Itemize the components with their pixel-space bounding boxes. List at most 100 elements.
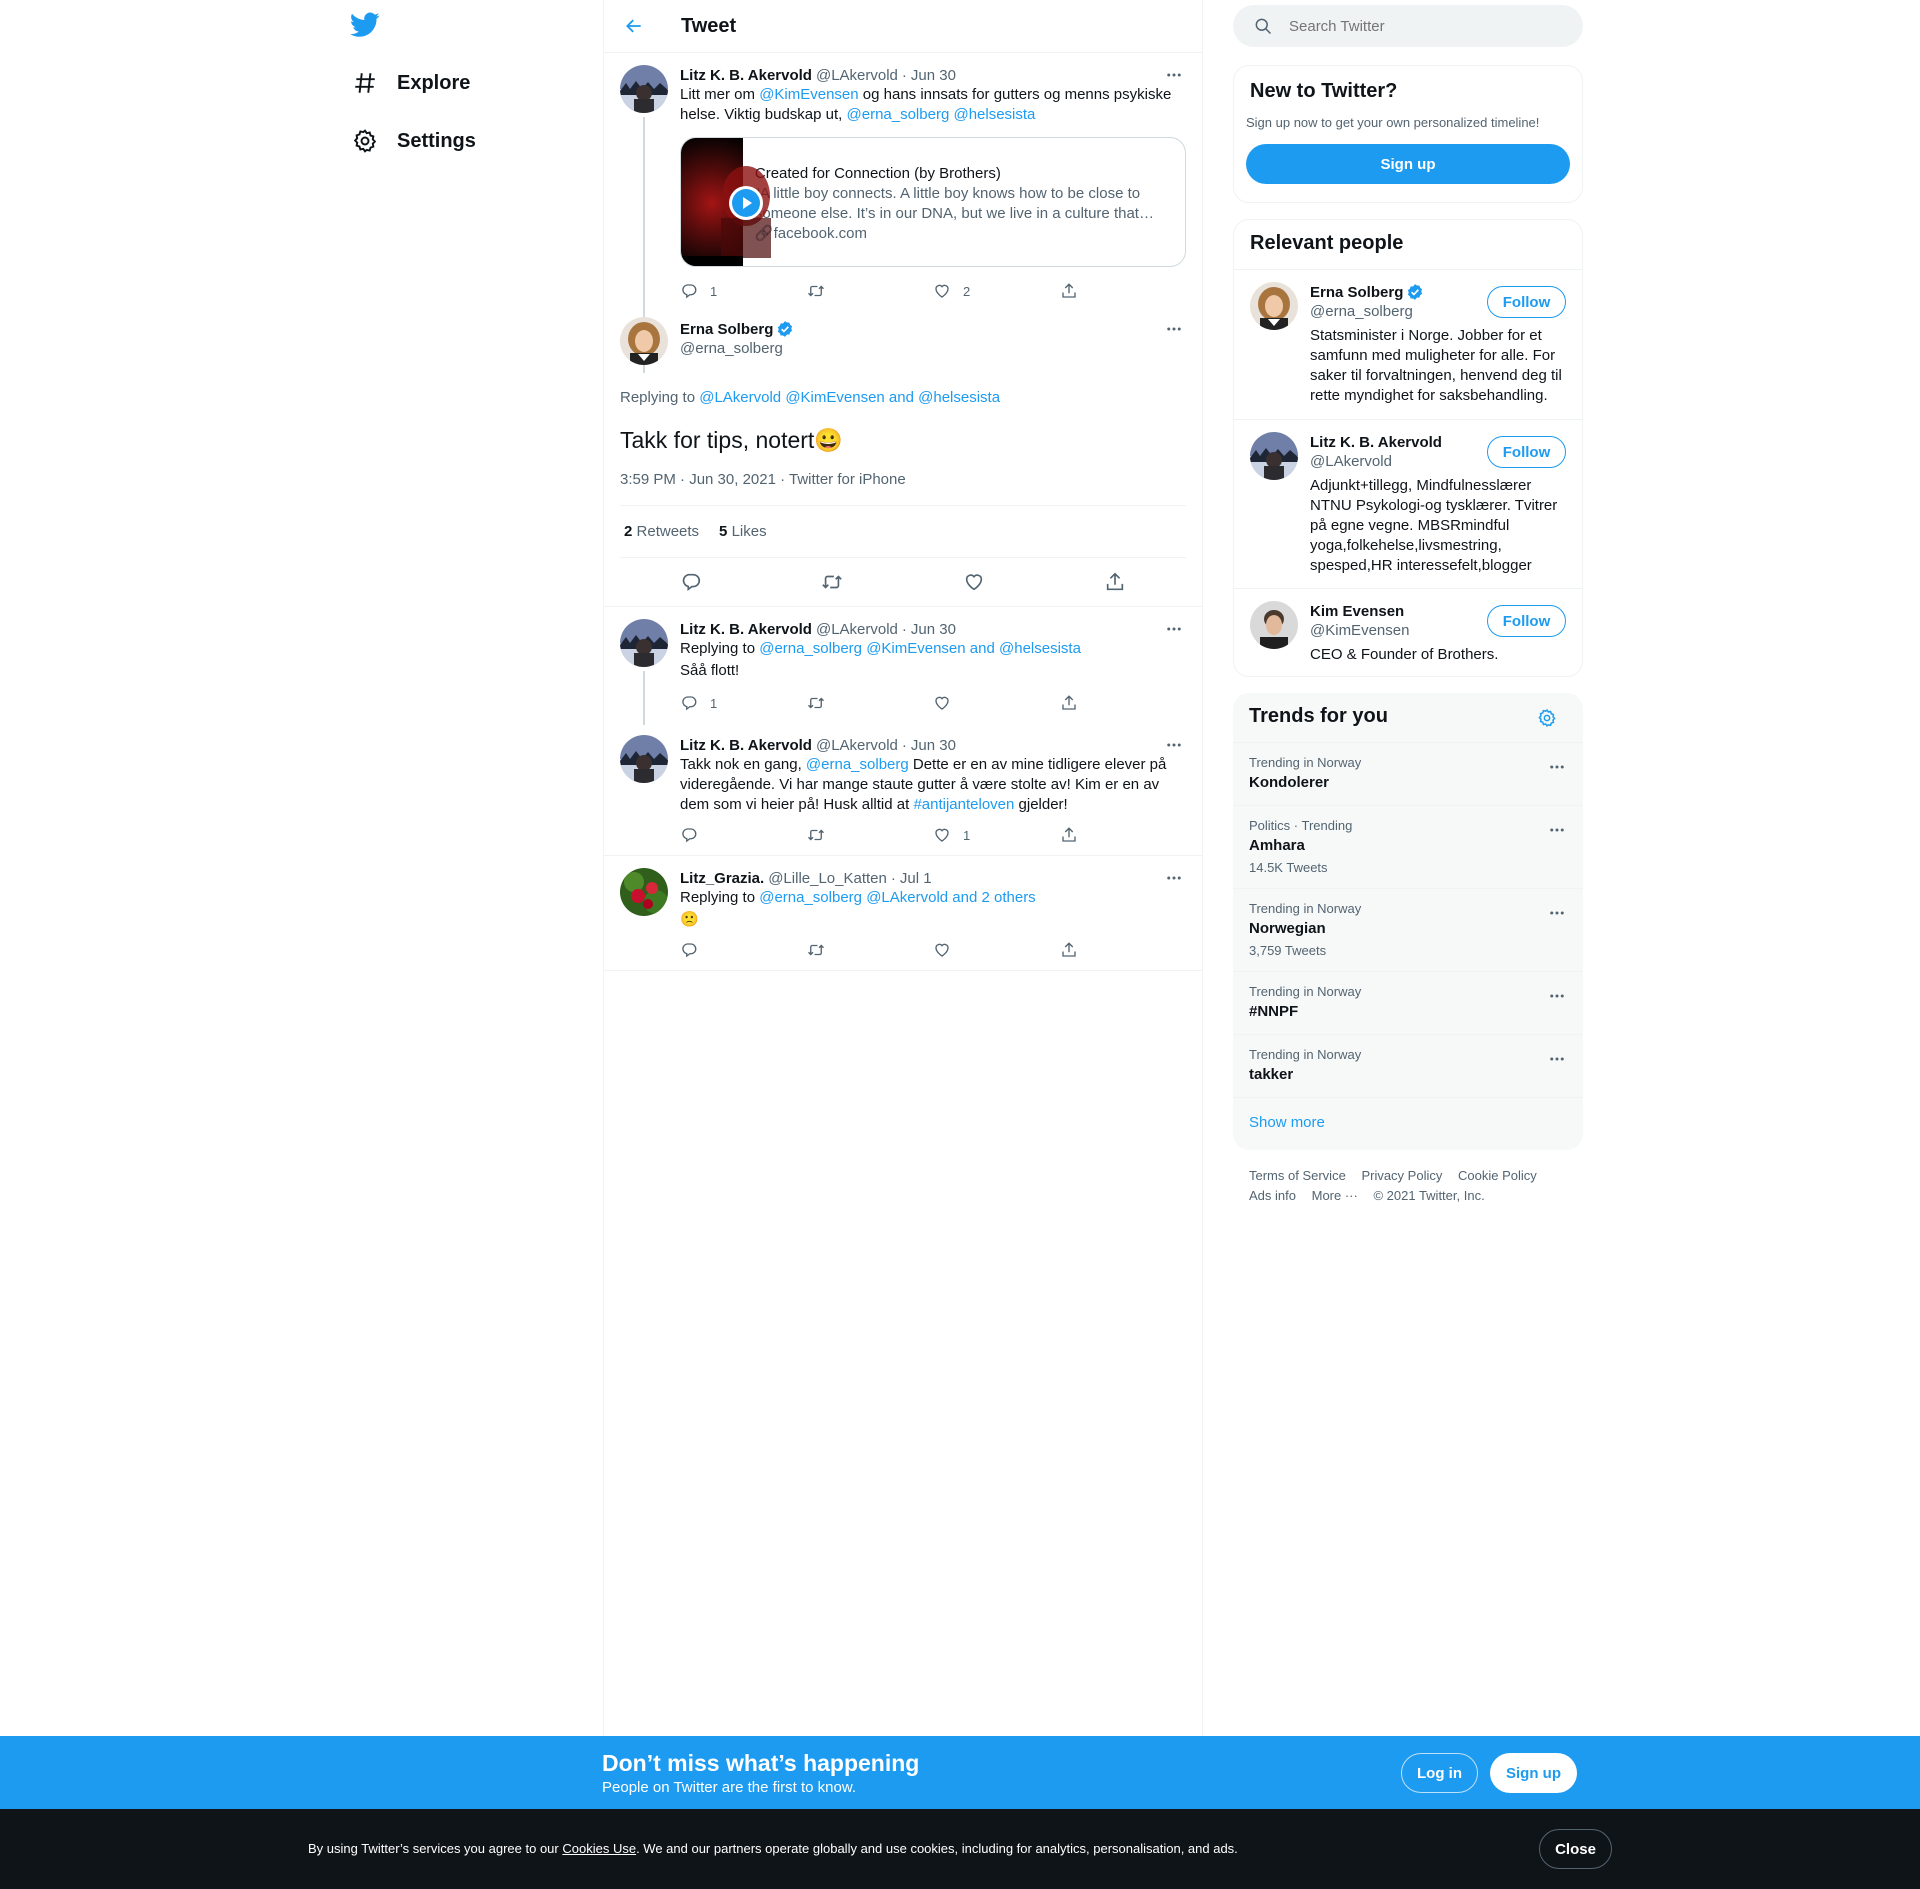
follow-button[interactable]: Follow xyxy=(1487,436,1566,468)
author-handle[interactable]: @LAkervold xyxy=(816,621,898,638)
mention-link[interactable]: @erna_solberg xyxy=(806,756,909,773)
trend-item[interactable]: Trending in Norway Norwegian 3,759 Tweet… xyxy=(1233,888,1583,971)
avatar[interactable] xyxy=(1250,601,1298,649)
footer-link[interactable]: Privacy Policy xyxy=(1361,1168,1442,1183)
author-name[interactable]: Erna Solberg xyxy=(680,321,773,338)
sign-up-button[interactable]: Sign up xyxy=(1246,144,1570,184)
author-name[interactable]: Litz K. B. Akervold xyxy=(680,737,812,754)
more-icon[interactable] xyxy=(1162,319,1186,339)
share-button[interactable] xyxy=(1060,941,1187,959)
like-button[interactable] xyxy=(933,694,1060,712)
cookies-use-link[interactable]: Cookies Use xyxy=(562,1841,636,1856)
avatar[interactable] xyxy=(620,65,668,113)
tweet-date[interactable]: Jun 30 xyxy=(911,737,956,754)
more-icon[interactable] xyxy=(1547,820,1567,840)
show-more-link[interactable]: Show more xyxy=(1249,1114,1325,1131)
trend-item[interactable]: Politics · Trending Amhara 14.5K Tweets xyxy=(1233,805,1583,888)
person-name[interactable]: Kim Evensen xyxy=(1310,603,1404,620)
person-name[interactable]: Litz K. B. Akervold xyxy=(1310,434,1442,451)
reply-button[interactable] xyxy=(680,826,807,844)
like-button[interactable]: 2 xyxy=(933,282,1060,300)
mention-link[interactable]: @erna_solberg xyxy=(759,889,862,906)
more-icon[interactable] xyxy=(1547,757,1567,777)
reply-tweet[interactable]: Litz_Grazia. @Lille_Lo_Katten · Jul 1 Re… xyxy=(604,856,1202,971)
like-button[interactable]: 1 xyxy=(933,826,1060,844)
retweets-stat[interactable]: 2 Retweets xyxy=(624,523,699,540)
author-handle[interactable]: @erna_solberg xyxy=(680,339,794,359)
avatar[interactable] xyxy=(620,868,668,916)
link-card[interactable]: Created for Connection (by Brothers) “A … xyxy=(680,137,1186,267)
avatar[interactable] xyxy=(1250,282,1298,330)
parent-tweet[interactable]: Litz K. B. Akervold @LAkervold · Jun 30 … xyxy=(604,53,1202,373)
gear-icon[interactable] xyxy=(1537,708,1557,728)
mention-link[interactable]: @KimEvensen xyxy=(759,86,858,103)
twitter-bird-icon[interactable] xyxy=(350,12,380,38)
more-icon[interactable] xyxy=(1547,903,1567,923)
share-icon[interactable] xyxy=(1104,571,1126,593)
mention-link[interactable]: @helsesista xyxy=(953,106,1035,123)
reply-tweet[interactable]: Litz K. B. Akervold @LAkervold · Jun 30 … xyxy=(604,607,1202,725)
footer-link[interactable]: Terms of Service xyxy=(1249,1168,1346,1183)
mention-link[interactable]: @KimEvensen xyxy=(785,389,884,406)
reply-button[interactable]: 1 xyxy=(680,694,807,712)
person-card[interactable]: Kim Evensen @KimEvensen CEO & Founder of… xyxy=(1234,588,1582,676)
mention-link[interactable]: @KimEvensen xyxy=(866,640,965,657)
reply-icon[interactable] xyxy=(680,571,702,593)
more-icon[interactable] xyxy=(1547,1049,1567,1069)
share-button[interactable] xyxy=(1060,826,1187,844)
more-icon[interactable] xyxy=(1162,65,1186,85)
sign-up-button[interactable]: Sign up xyxy=(1490,1753,1577,1793)
author-handle[interactable]: @LAkervold xyxy=(816,737,898,754)
play-icon[interactable] xyxy=(729,186,763,220)
trend-item[interactable]: Trending in Norway Kondolerer xyxy=(1233,742,1583,805)
reply-button[interactable]: 1 xyxy=(680,282,807,300)
more-icon[interactable] xyxy=(1162,619,1186,639)
tweet-date[interactable]: Jun 30 xyxy=(911,621,956,638)
retweet-icon[interactable] xyxy=(821,571,843,593)
footer-link[interactable]: More ··· xyxy=(1312,1188,1358,1203)
trend-item[interactable]: Trending in Norway takker xyxy=(1233,1034,1583,1097)
person-name[interactable]: Erna Solberg xyxy=(1310,284,1403,301)
more-icon[interactable] xyxy=(1547,986,1567,1006)
person-card[interactable]: Erna Solberg @erna_solberg Statsminister… xyxy=(1234,269,1582,419)
avatar[interactable] xyxy=(620,619,668,667)
show-more-row[interactable]: Show more xyxy=(1233,1097,1583,1150)
mention-link[interactable]: @helsesista xyxy=(999,640,1081,657)
close-button[interactable]: Close xyxy=(1539,1829,1612,1869)
avatar[interactable] xyxy=(620,735,668,783)
search-input[interactable] xyxy=(1289,17,1559,35)
tweet-meta[interactable]: 3:59 PM · Jun 30, 2021 · Twitter for iPh… xyxy=(620,470,1186,490)
retweet-button[interactable] xyxy=(807,826,934,844)
mention-link[interactable]: @helsesista xyxy=(918,389,1000,406)
hashtag-link[interactable]: #antijanteloven xyxy=(913,796,1014,813)
trend-item[interactable]: Trending in Norway #NNPF xyxy=(1233,971,1583,1034)
footer-link[interactable]: Ads info xyxy=(1249,1188,1296,1203)
author-name[interactable]: Litz K. B. Akervold xyxy=(680,67,812,84)
likes-stat[interactable]: 5 Likes xyxy=(719,523,767,540)
follow-button[interactable]: Follow xyxy=(1487,605,1566,637)
follow-button[interactable]: Follow xyxy=(1487,286,1566,318)
nav-settings[interactable]: Settings xyxy=(345,116,476,166)
retweet-button[interactable] xyxy=(807,282,934,300)
avatar[interactable] xyxy=(620,317,668,365)
retweet-button[interactable] xyxy=(807,941,934,959)
mention-link[interactable]: @erna_solberg xyxy=(847,106,950,123)
search-box[interactable] xyxy=(1233,5,1583,47)
more-icon[interactable] xyxy=(1162,735,1186,755)
share-button[interactable] xyxy=(1060,282,1187,300)
footer-link[interactable]: Cookie Policy xyxy=(1458,1168,1537,1183)
log-in-button[interactable]: Log in xyxy=(1401,1753,1478,1793)
tweet-date[interactable]: Jun 30 xyxy=(911,67,956,84)
back-arrow-icon[interactable] xyxy=(616,8,652,44)
tweet-date[interactable]: Jul 1 xyxy=(900,870,932,887)
more-icon[interactable] xyxy=(1162,868,1186,888)
reply-button[interactable] xyxy=(680,941,807,959)
reply-tweet[interactable]: Litz K. B. Akervold @LAkervold · Jun 30 … xyxy=(604,723,1202,856)
retweet-button[interactable] xyxy=(807,694,934,712)
share-button[interactable] xyxy=(1060,694,1187,712)
mention-link[interactable]: @LAkervold xyxy=(699,389,781,406)
like-button[interactable] xyxy=(933,941,1060,959)
person-card[interactable]: Litz K. B. Akervold @LAkervold Adjunkt+t… xyxy=(1234,419,1582,588)
author-handle[interactable]: @LAkervold xyxy=(816,67,898,84)
heart-icon[interactable] xyxy=(963,571,985,593)
